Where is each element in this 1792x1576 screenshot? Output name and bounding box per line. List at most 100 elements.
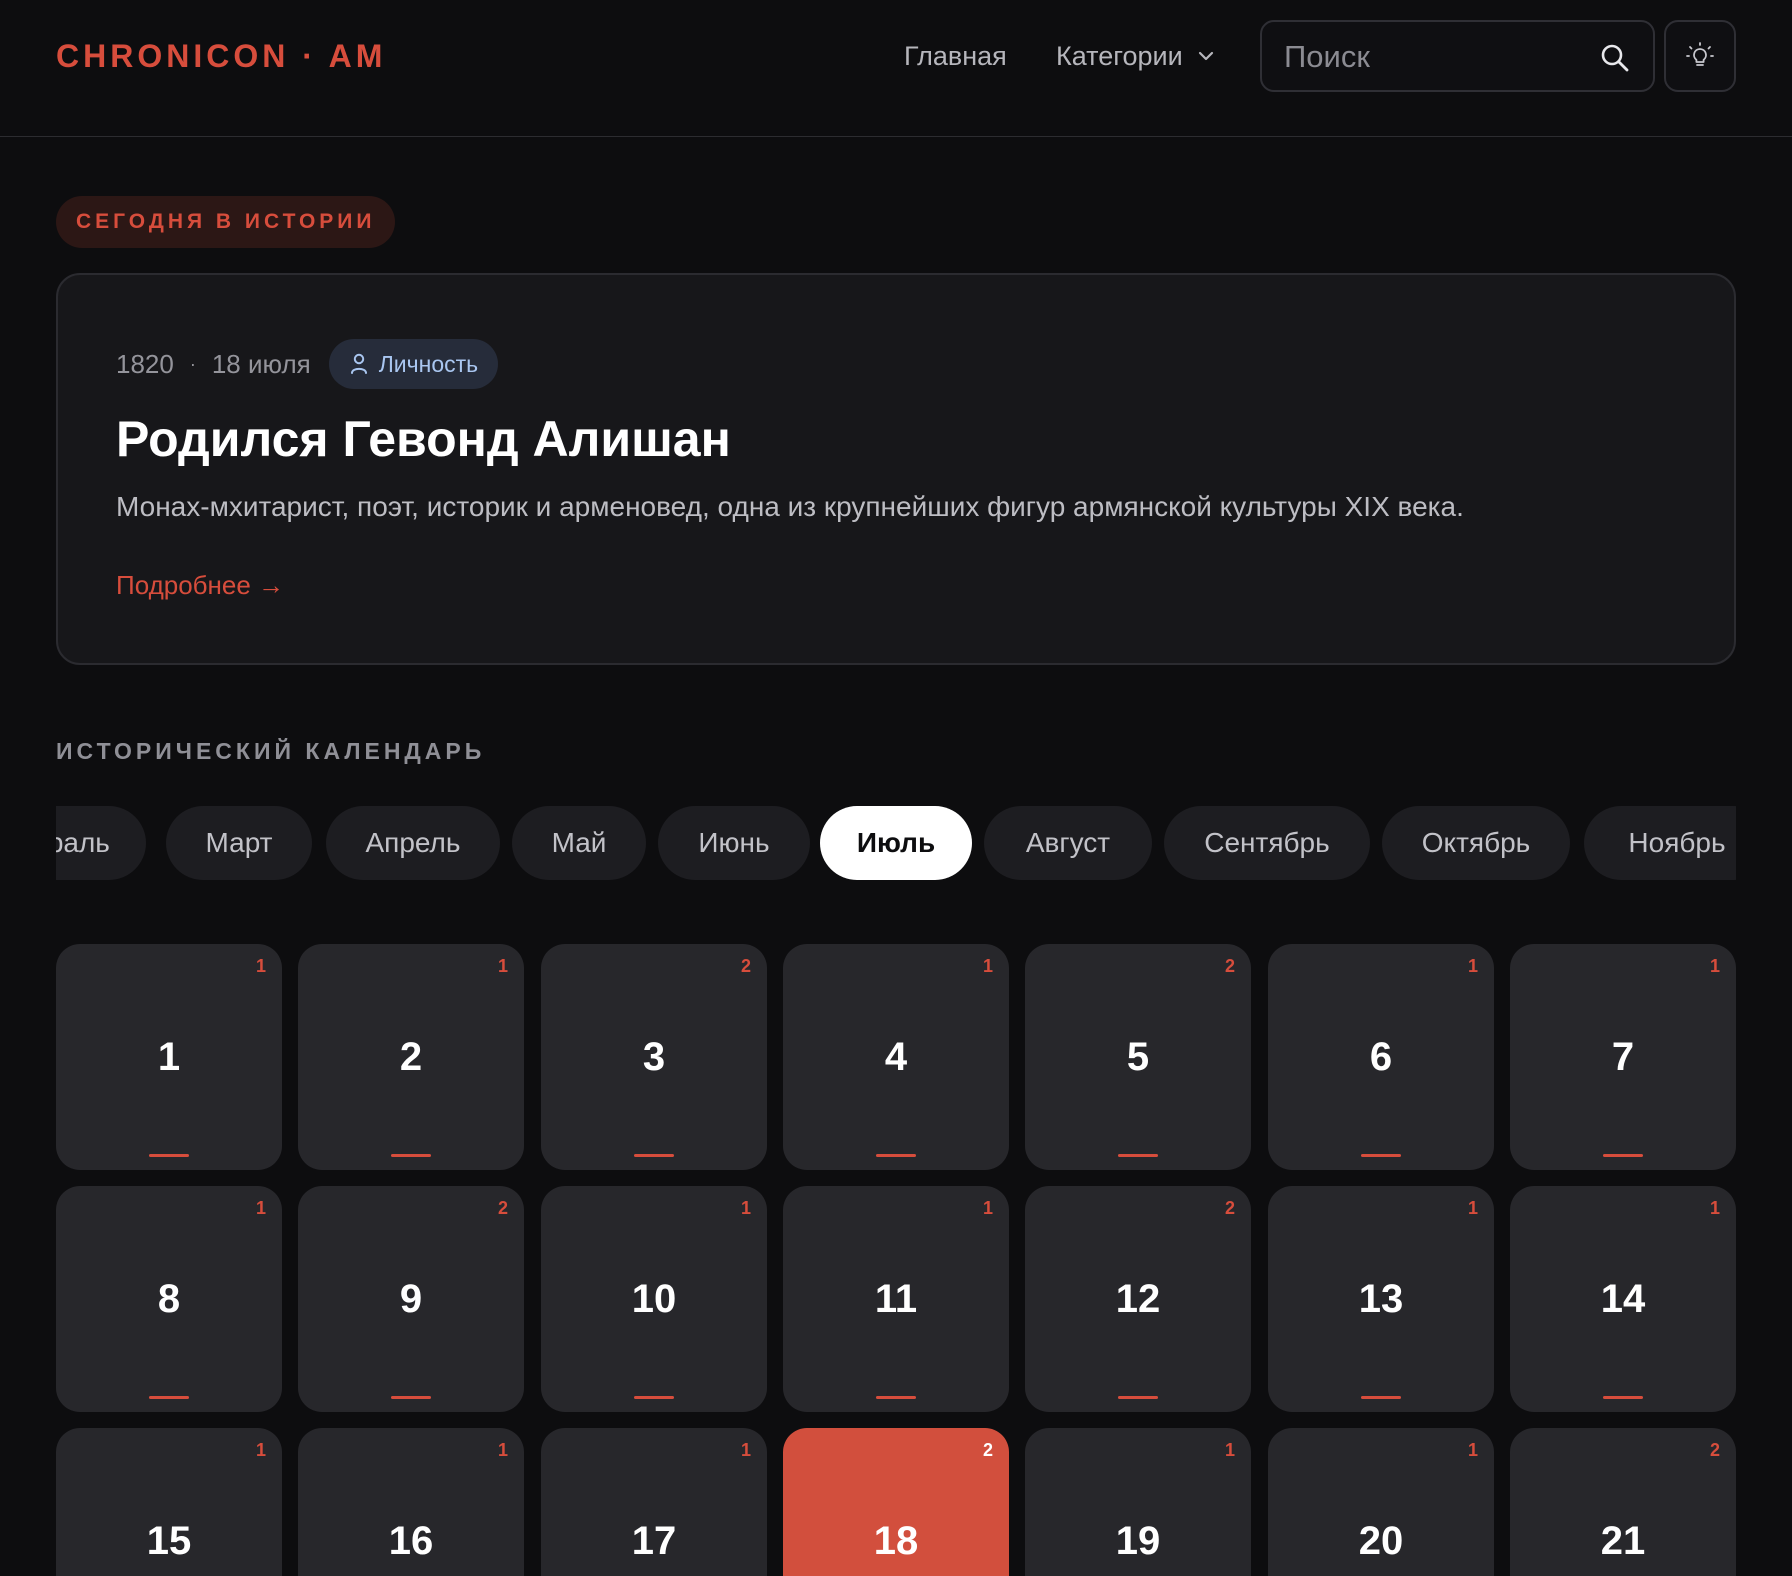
day-number: 21 [1600, 1519, 1646, 1563]
day-cell[interactable]: 1 13 [1268, 1186, 1494, 1412]
nav-home-link[interactable]: Главная [904, 38, 1007, 74]
search-icon[interactable] [1599, 42, 1631, 74]
day-number: 18 [873, 1519, 919, 1563]
day-number: 1 [157, 1035, 181, 1079]
day-cell[interactable]: 1 20 [1268, 1428, 1494, 1576]
day-event-count: 2 [982, 1440, 993, 1460]
day-cell[interactable]: 17 [1510, 944, 1736, 1170]
day-cell[interactable]: 23 [541, 944, 767, 1170]
day-cell[interactable]: 12 [298, 944, 524, 1170]
theme-toggle-button[interactable] [1664, 20, 1736, 92]
day-event-count: 1 [255, 956, 266, 976]
day-number: 13 [1358, 1277, 1404, 1321]
event-date: 18 июля [211, 348, 311, 379]
month-tab-august[interactable]: Август [984, 806, 1152, 880]
day-cell[interactable]: 1 14 [1510, 1186, 1736, 1412]
day-event-count: 1 [1709, 1198, 1720, 1218]
meta-separator: · [189, 353, 196, 374]
day-cell[interactable]: 29 [298, 1186, 524, 1412]
day-event-count: 1 [497, 956, 508, 976]
day-event-count: 2 [740, 956, 751, 976]
month-tab-may[interactable]: Май [512, 806, 646, 880]
day-event-indicator [1118, 1154, 1158, 1157]
read-more-link[interactable]: Подробнее → [116, 567, 284, 603]
event-description: Монах-мхитарист, поэт, историк и арменов… [116, 491, 1464, 522]
day-cell[interactable]: 2 12 [1025, 1186, 1251, 1412]
day-number: 16 [388, 1519, 434, 1563]
day-event-count: 1 [1709, 956, 1720, 976]
day-event-count: 1 [982, 1198, 993, 1218]
day-event-count: 1 [255, 1198, 266, 1218]
day-event-count: 2 [1709, 1440, 1720, 1460]
month-tab-february[interactable]: Февраль [56, 806, 146, 880]
day-event-count: 1 [1467, 1198, 1478, 1218]
month-tab-june[interactable]: Июнь [658, 806, 810, 880]
nav-categories-dropdown[interactable]: Категории [1056, 38, 1215, 74]
day-number: 11 [874, 1277, 918, 1321]
day-event-indicator [149, 1154, 189, 1157]
day-event-count: 2 [1224, 1198, 1235, 1218]
day-number: 14 [1600, 1277, 1646, 1321]
month-tab-september[interactable]: Сентябрь [1164, 806, 1370, 880]
day-number: 10 [631, 1277, 677, 1321]
month-tab-july[interactable]: Июль [820, 806, 972, 880]
day-number: 9 [399, 1277, 423, 1321]
day-cell[interactable]: 1 11 [783, 1186, 1009, 1412]
day-event-indicator [876, 1396, 916, 1399]
day-cell[interactable]: 1 10 [541, 1186, 767, 1412]
day-event-indicator [149, 1396, 189, 1399]
day-number: 6 [1369, 1035, 1393, 1079]
day-number: 8 [157, 1277, 181, 1321]
day-event-count: 1 [1467, 1440, 1478, 1460]
day-event-indicator [1118, 1396, 1158, 1399]
day-event-indicator [634, 1396, 674, 1399]
day-event-count: 2 [497, 1198, 508, 1218]
day-cell[interactable]: 11 [56, 944, 282, 1170]
day-event-count: 1 [497, 1440, 508, 1460]
site-logo[interactable]: CHRONICON · AM [56, 36, 386, 76]
day-cell[interactable]: 18 [56, 1186, 282, 1412]
day-cell[interactable]: 1 15 [56, 1428, 282, 1576]
day-cell[interactable]: 25 [1025, 944, 1251, 1170]
month-selector[interactable]: Февраль Март Апрель Май Июнь Июль Август… [56, 806, 1736, 880]
search-input[interactable]: Поиск [1260, 20, 1655, 92]
day-cell[interactable]: 14 [783, 944, 1009, 1170]
day-number: 20 [1358, 1519, 1404, 1563]
day-number: 12 [1115, 1277, 1161, 1321]
day-event-count: 1 [740, 1440, 751, 1460]
category-badge[interactable]: Личность [328, 339, 499, 389]
day-cell[interactable]: 2 18 [783, 1428, 1009, 1576]
day-event-indicator [1361, 1396, 1401, 1399]
day-number: 3 [642, 1035, 666, 1079]
day-cell[interactable]: 16 [1268, 944, 1494, 1170]
person-icon [350, 353, 367, 374]
day-number: 19 [1115, 1519, 1161, 1563]
day-cell[interactable]: 1 17 [541, 1428, 767, 1576]
month-tab-april[interactable]: Апрель [326, 806, 500, 880]
search-placeholder: Поиск [1284, 39, 1370, 74]
calendar-section-title: ИСТОРИЧЕСКИЙ КАЛЕНДАРЬ [56, 738, 486, 764]
day-number: 5 [1126, 1035, 1150, 1079]
featured-event-card: 1820 · 18 июля Личность Родился Гевонд А… [56, 273, 1736, 665]
event-meta: 1820 · 18 июля Личность [116, 339, 499, 389]
nav-categories-label: Категории [1056, 41, 1183, 71]
day-number: 2 [399, 1035, 423, 1079]
today-in-history-badge: СЕГОДНЯ В ИСТОРИИ [56, 196, 396, 248]
day-event-indicator [1603, 1396, 1643, 1399]
day-cell[interactable]: 2 21 [1510, 1428, 1736, 1576]
day-event-indicator [876, 1154, 916, 1157]
day-number: 17 [631, 1519, 677, 1563]
day-event-count: 1 [1467, 956, 1478, 976]
event-year: 1820 [116, 348, 174, 379]
day-event-count: 2 [1224, 956, 1235, 976]
month-tab-november[interactable]: Ноябрь [1584, 806, 1736, 880]
day-cell[interactable]: 1 19 [1025, 1428, 1251, 1576]
month-tab-march[interactable]: Март [166, 806, 312, 880]
day-cell[interactable]: 1 16 [298, 1428, 524, 1576]
month-tab-october[interactable]: Октябрь [1382, 806, 1570, 880]
day-event-indicator [1361, 1154, 1401, 1157]
day-number: 4 [884, 1035, 908, 1079]
day-event-count: 1 [255, 1440, 266, 1460]
day-event-count: 1 [1224, 1440, 1235, 1460]
day-number: 15 [146, 1519, 192, 1563]
